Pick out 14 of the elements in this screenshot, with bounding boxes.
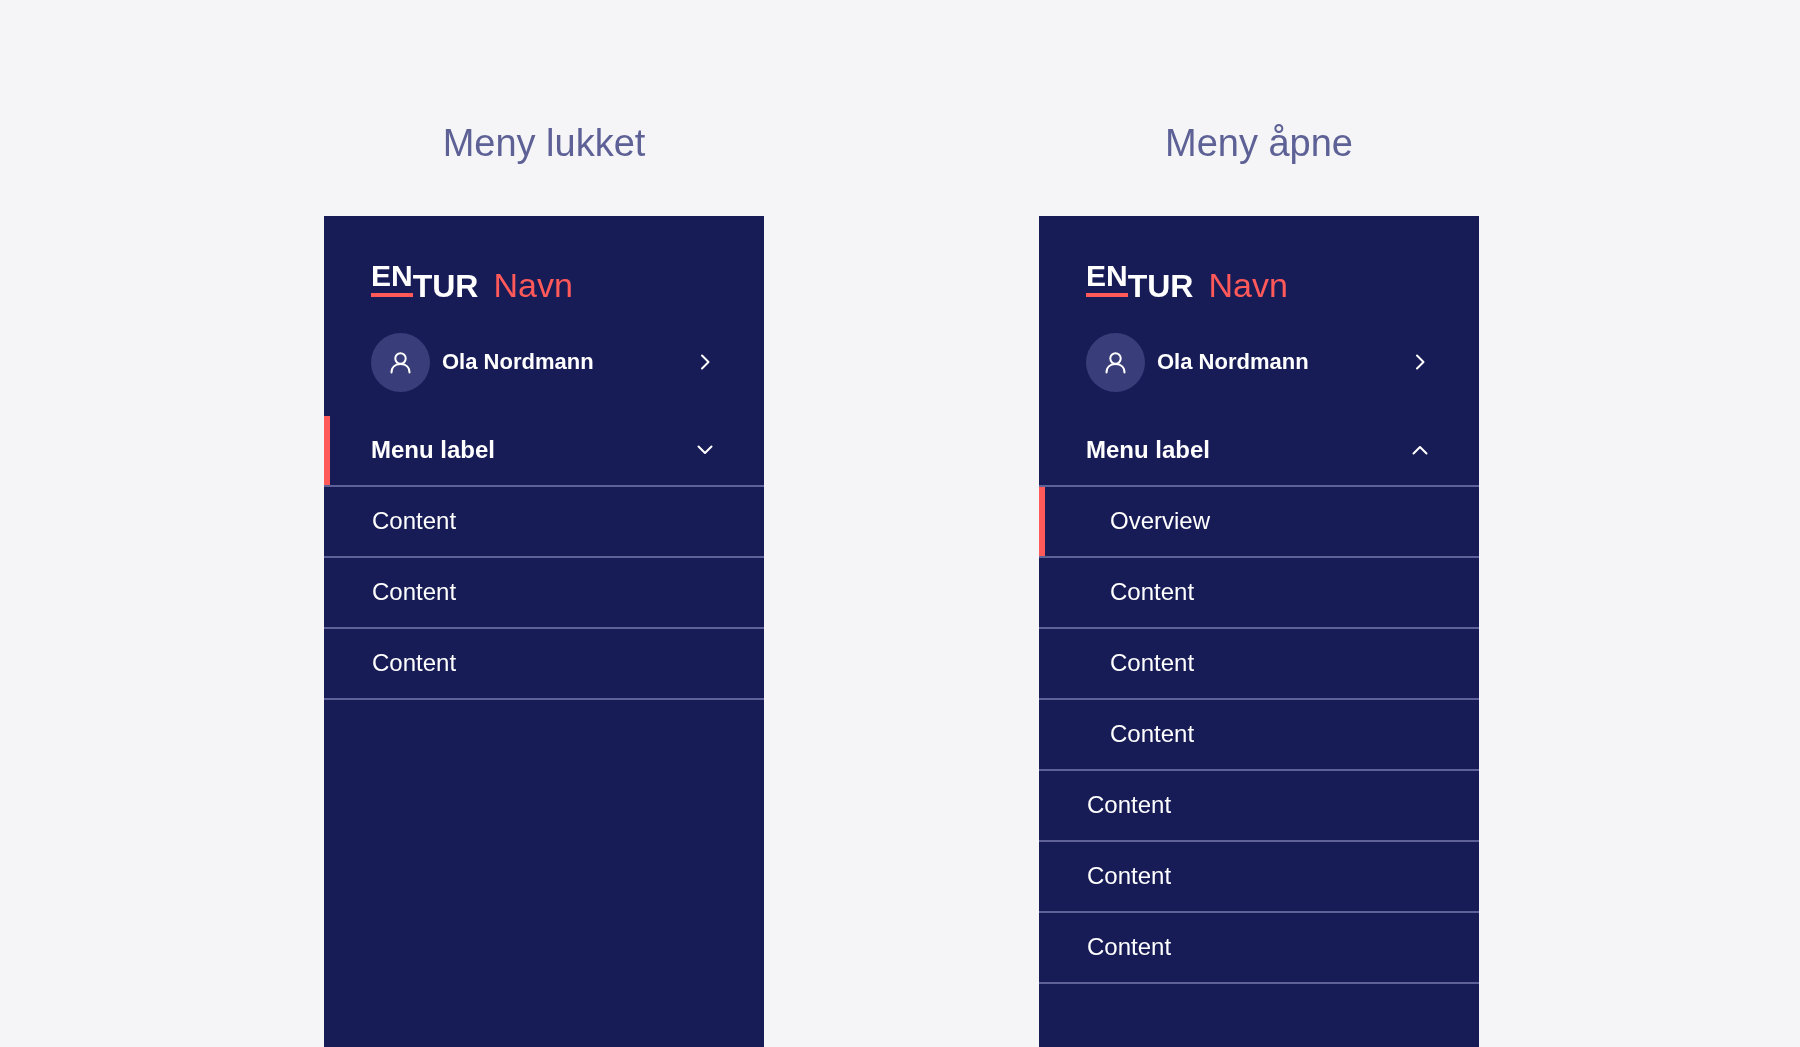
logo: ENTUR [1086,261,1194,306]
avatar-icon [371,332,430,392]
profile-button[interactable]: Ola Nordmann [1086,332,1425,392]
profile-button[interactable]: Ola Nordmann [371,332,710,392]
panel-caption: Meny lukket [442,121,646,166]
avatar-icon [1086,332,1145,392]
chevron-right-icon [1415,354,1425,371]
menu-item[interactable]: Overview [1039,486,1479,558]
app-name: Navn [493,265,573,306]
logo: ENTUR [371,261,479,306]
panel-caption: Meny åpne [1165,121,1353,166]
chevron-right-icon [700,354,710,371]
app-name: Navn [1208,265,1288,306]
menu-section-toggle[interactable]: Menu label [324,415,764,487]
